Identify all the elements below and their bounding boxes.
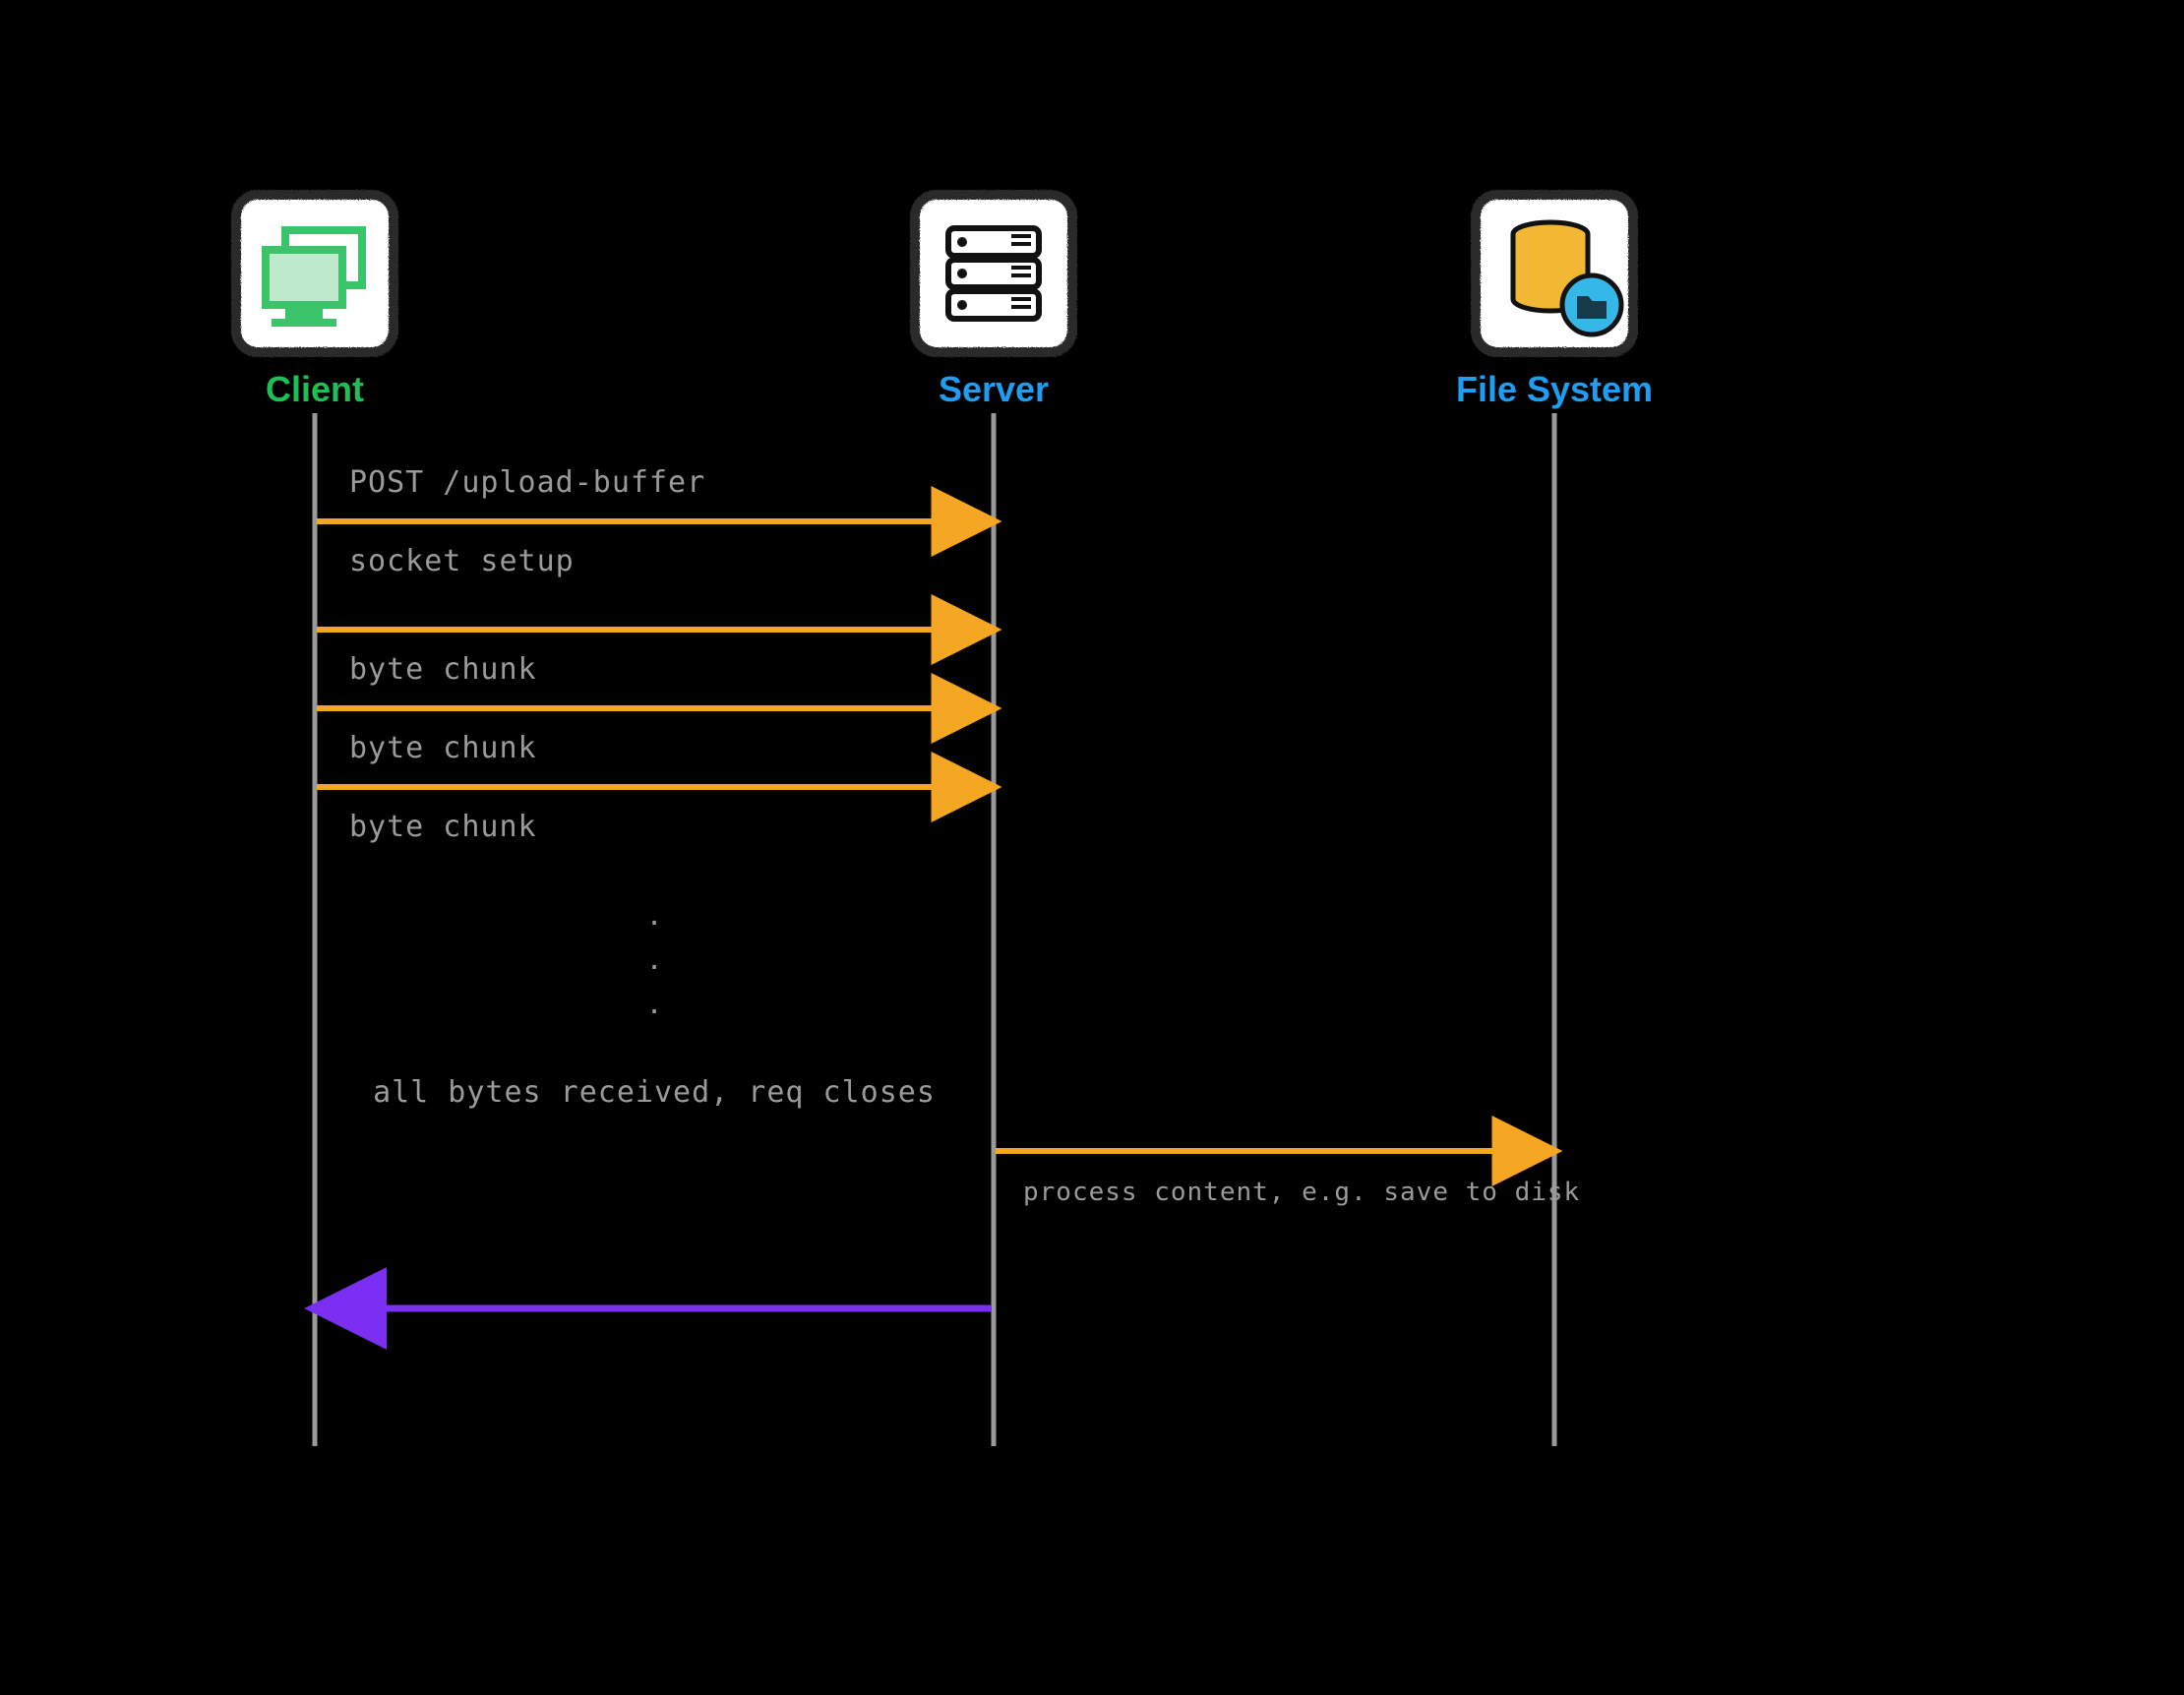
msg-chunk2: byte chunk [349,731,537,765]
msg-chunk3: byte chunk [349,810,537,844]
actor-client [236,195,394,352]
msg-all-bytes: all bytes received, req closes [373,1075,936,1110]
actor-client-label: Client [266,369,364,409]
actor-filesystem-label: File System [1456,369,1653,409]
msg-post: POST /upload-buffer [349,465,705,500]
actor-filesystem [1476,195,1633,352]
msg-chunk1: byte chunk [349,652,537,687]
ellipsis-dot: . [646,943,663,976]
folder-badge-icon [1562,275,1621,334]
sequence-diagram: Client Server [0,0,2184,1695]
ellipsis-dot: . [646,899,663,932]
ellipsis-dot: . [646,988,663,1020]
msg-process: process content, e.g. save to disk [1023,1178,1580,1207]
msg-socket: socket setup [349,544,575,578]
actor-server-label: Server [939,369,1049,409]
actor-server [915,195,1072,352]
